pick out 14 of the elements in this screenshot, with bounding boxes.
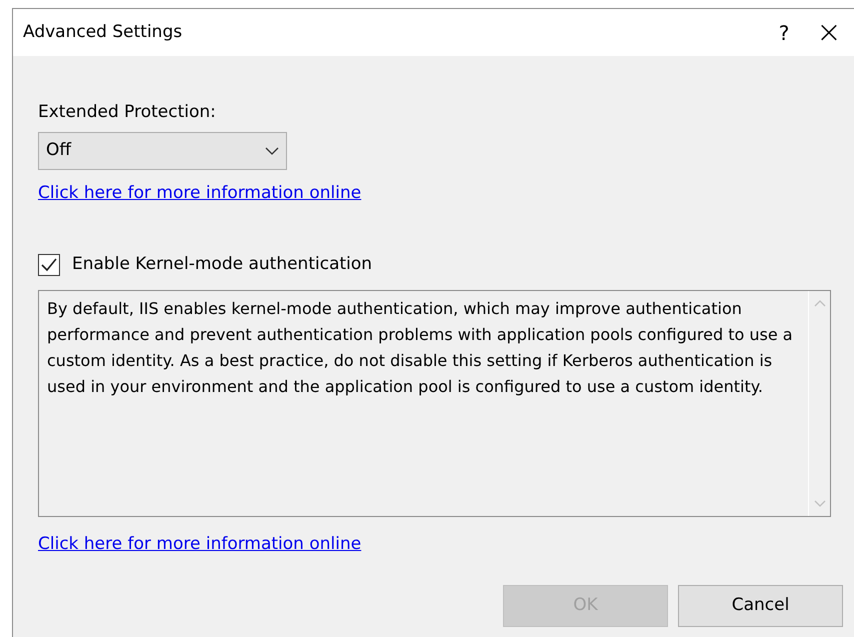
info-link[interactable]: Click here for more information online: [38, 180, 362, 206]
description-text: By default, IIS enables kernel-mode authentication, which may improve authentication performance and prevent authentication problems with application pools configured to use a custom identity. As a best practice, do not disable this setting if Kerberos authentication is used in your environment and the application pool is configured to use a custom identity.: [46, 298, 794, 398]
close-button[interactable]: ×: [804, 18, 854, 48]
scroll-up-icon[interactable]: [814, 298, 826, 306]
checkbox[interactable]: [38, 254, 60, 276]
field-label: Extended Protection:: [38, 101, 216, 124]
checkbox-label: Enable Kernel-mode authentication: [72, 253, 372, 276]
info-link[interactable]: Click here for more information online: [38, 532, 362, 557]
scroll-down-icon[interactable]: [814, 500, 826, 508]
help-button[interactable]: ?: [764, 18, 804, 48]
protection-dropdown[interactable]: Off: [38, 132, 287, 170]
chevron-icon: [265, 146, 279, 154]
window-title: Advanced Settings: [23, 20, 184, 44]
cancel-button[interactable]: Cancel: [678, 585, 843, 627]
